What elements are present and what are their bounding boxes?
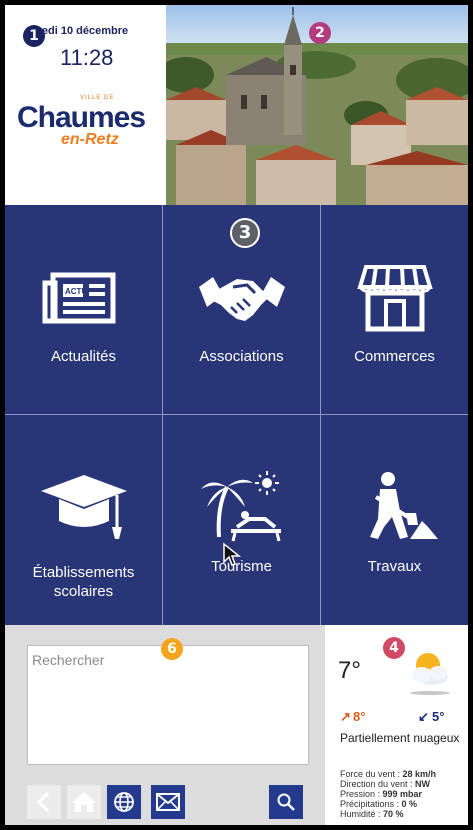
newspaper-icon-text: ACTU [65,287,87,296]
storefront-icon [356,265,433,332]
weather-detail-row: Précipitations : 0 % [340,799,418,809]
search-box [27,645,309,765]
weather-detail-row: Force du vent : 28 km/h [340,769,437,779]
search-button[interactable] [269,785,303,819]
marker-6: 6 [161,638,183,660]
language-button[interactable] [107,785,141,819]
temp-up-arrow: ↗ [340,709,351,724]
weather-icon-shadow [410,691,450,695]
partly-cloudy-icon [412,653,448,685]
weather-detail-row: Pression : 999 mbar [340,789,423,799]
graduation-cap-icon [40,475,127,539]
marker-4: 4 [383,637,405,659]
weather-condition: Partiellement nuageux [340,731,460,745]
weather-temp-low: 5° [432,709,445,724]
mail-button[interactable] [151,785,185,819]
date-text: 'redi 10 décembre [35,25,129,37]
weather-detail-row: Humidité : 70 % [340,809,404,819]
logo-main-text: Chaumes [17,101,146,134]
search-icon [277,793,295,811]
weather-temp-high: 8° [353,709,366,724]
header: 'redi 10 décembre 11:28 VILLE DE Chaumes… [5,5,468,205]
mouse-cursor-icon [223,542,242,566]
tile-etablissements-scolaires[interactable]: Établissements scolaires [5,415,163,625]
globe-icon [114,792,134,812]
town-logo: VILLE DE Chaumes en-Retz [17,95,157,155]
tile-tourisme[interactable]: Tourisme [163,415,321,625]
time-text: 11:28 [60,45,114,70]
weather-detail-row: Direction du vent : NW [340,779,431,789]
weather-details: Force du vent : 28 km/h Direction du ven… [340,769,436,819]
weather-temperature: 7° [338,657,361,684]
back-button[interactable] [27,785,61,819]
tile-label-travaux: Travaux [367,558,422,575]
tile-commerces[interactable]: Commerces [321,205,468,415]
tile-travaux[interactable]: Travaux [321,415,468,625]
mail-icon [156,793,180,811]
search-input[interactable] [28,646,308,764]
roadwork-icon [369,472,438,539]
tile-label-associations: Associations [199,348,284,365]
marker-3: 3 [230,218,260,248]
temp-down-arrow: ↙ [418,709,429,724]
marker-1: 1 [23,25,45,47]
home-button[interactable] [67,785,101,819]
palm-beach-icon [200,471,281,542]
newspaper-icon: ACTU [42,272,115,324]
back-icon [36,791,50,813]
marker-2: 2 [309,22,331,44]
tile-actualites[interactable]: ACTU Actualités [5,205,163,415]
tile-label-etablissements-scolaires: Établissements scolaires [32,564,135,600]
tile-label-actualites: Actualités [50,348,117,365]
logo-sub-text: en-Retz [61,131,119,148]
tile-label-commerces: Commerces [354,348,435,365]
handshake-icon [198,277,285,321]
home-icon [72,792,96,812]
